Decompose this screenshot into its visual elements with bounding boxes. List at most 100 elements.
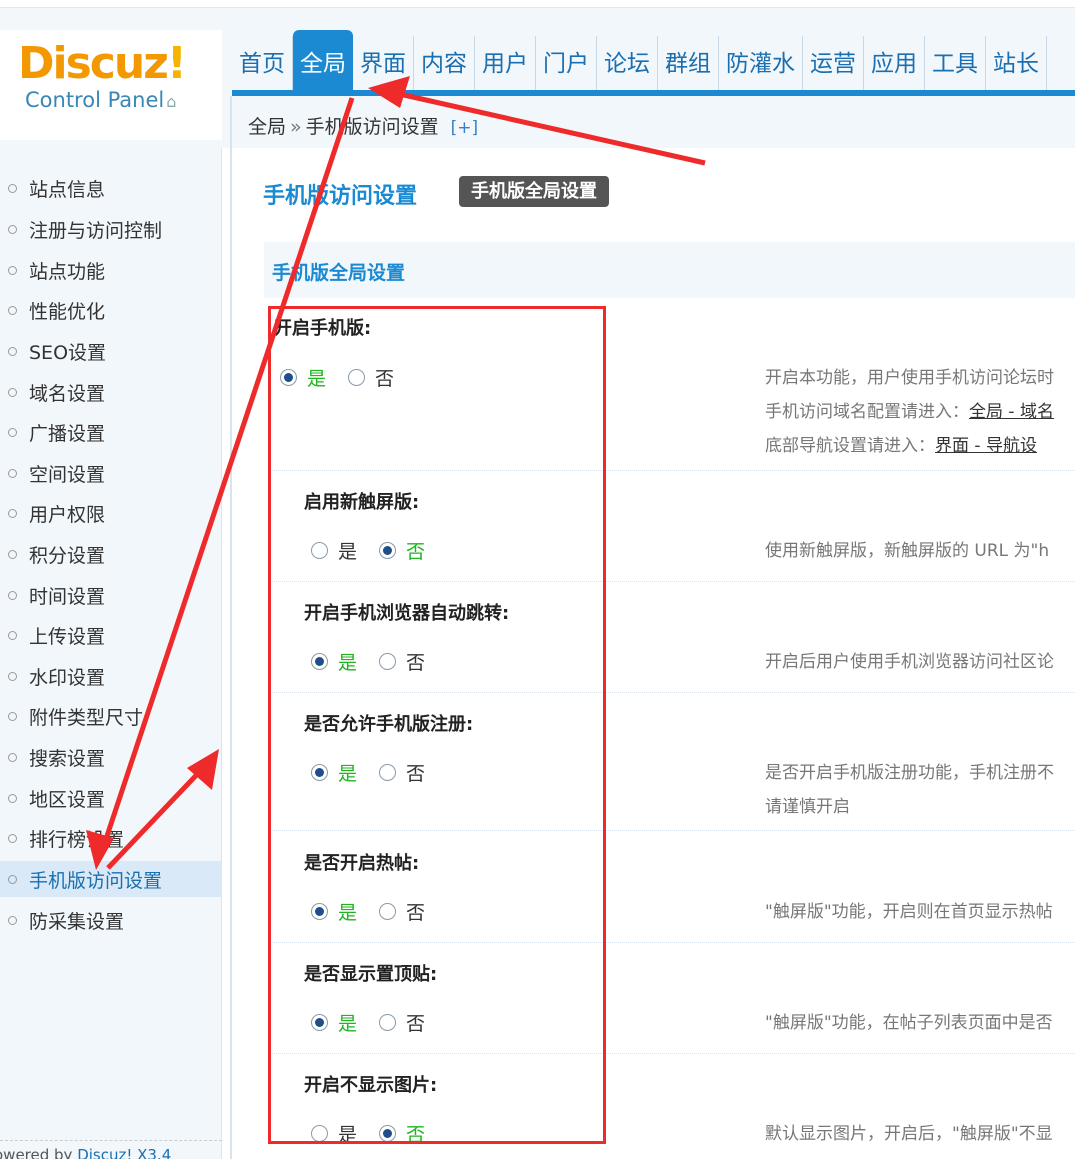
setting-description: 开启后用户使用手机浏览器访问社区论 (765, 645, 1075, 679)
sidebar-item-label: 空间设置 (29, 463, 106, 486)
setting-description: 开启本功能，用户使用手机访问论坛时 (765, 361, 1075, 395)
sidebar-item[interactable]: 附件类型尺寸 (0, 698, 222, 734)
logo[interactable]: Discuz! Control Panel ⌂ (0, 30, 222, 140)
bullet-icon (8, 549, 17, 559)
sidebar-item[interactable]: 手机版访问设置 (0, 861, 222, 897)
sidebar-item[interactable]: 时间设置 (0, 577, 222, 613)
sidebar-item-label: 附件类型尺寸 (29, 706, 144, 729)
sidebar-item-label: 时间设置 (29, 585, 106, 608)
add-shortcut-button[interactable]: [+] (451, 118, 479, 138)
nav-operations[interactable]: 运营 (803, 36, 864, 92)
sidebar-item[interactable]: 注册与访问控制 (0, 211, 222, 247)
setting-description-text: 使用新触屏版，新触屏版的 URL 为"h (765, 541, 1050, 561)
bullet-icon (8, 183, 17, 193)
setting-description: 是否开启手机版注册功能，手机注册不 (765, 756, 1075, 790)
nav-admin[interactable]: 站长 (986, 36, 1047, 92)
bullet-icon (8, 630, 17, 640)
sidebar-item[interactable]: 上传设置 (0, 617, 222, 653)
sidebar-item[interactable]: 性能优化 (0, 292, 222, 328)
nav-antispam[interactable]: 防灌水 (719, 36, 803, 92)
breadcrumb: 全局» 手机版访问设置 [+] (248, 112, 478, 139)
section-header: 手机版全局设置 (264, 242, 1075, 298)
sidebar-item-label: 搜索设置 (29, 747, 106, 770)
sidebar-item[interactable]: 广播设置 (0, 414, 222, 450)
sidebar-item[interactable]: 站点信息 (0, 170, 222, 206)
sidebar-item-label: 站点功能 (29, 260, 106, 283)
bullet-icon (8, 305, 17, 315)
nav-users[interactable]: 用户 (475, 36, 536, 92)
sidebar-divider (230, 96, 232, 1159)
sidebar-item[interactable]: 防采集设置 (0, 902, 222, 938)
setting-description-text: 是否开启手机版注册功能，手机注册不 (765, 763, 1054, 783)
setting-description: 手机访问域名配置请进入：全局 - 域名 (765, 395, 1075, 429)
nav-content[interactable]: 内容 (414, 36, 475, 92)
setting-description-text: "触屏版"功能，开启则在首页显示热帖 (765, 902, 1053, 922)
sidebar-item-label: 手机版访问设置 (29, 869, 163, 892)
header-topline (0, 0, 1075, 8)
sidebar-item[interactable]: 地区设置 (0, 780, 222, 816)
annotation-highlight-box (268, 306, 606, 1144)
tab-mobile-global-settings[interactable]: 手机版全局设置 (459, 176, 609, 207)
breadcrumb-root[interactable]: 全局 (248, 116, 286, 138)
breadcrumb-current: 手机版访问设置 (305, 116, 439, 138)
bullet-icon (8, 468, 17, 478)
sidebar-item-label: 性能优化 (29, 300, 106, 323)
bullet-icon (8, 224, 17, 234)
setting-description: 请谨慎开启 (765, 790, 1075, 824)
sidebar-item-label: 注册与访问控制 (29, 219, 163, 242)
nav-underline (232, 90, 1075, 96)
bullet-icon (8, 590, 17, 600)
bullet-icon (8, 711, 17, 721)
sidebar-item-label: 广播设置 (29, 422, 106, 445)
bullet-icon (8, 387, 17, 397)
sidebar-item[interactable]: 排行榜设置 (0, 820, 222, 856)
nav-interface[interactable]: 界面 (353, 36, 414, 92)
sidebar-item-label: 用户权限 (29, 503, 106, 526)
breadcrumb-separator: » (290, 116, 302, 138)
bullet-icon (8, 915, 17, 925)
bullet-icon (8, 265, 17, 275)
sidebar-item[interactable]: 域名设置 (0, 374, 222, 410)
sidebar-footer-divider (0, 1140, 222, 1141)
sidebar-item-label: 防采集设置 (29, 910, 125, 933)
bullet-icon (8, 508, 17, 518)
setting-description: 使用新触屏版，新触屏版的 URL 为"h (765, 534, 1075, 568)
sidebar-item[interactable]: 积分设置 (0, 536, 222, 572)
sidebar-item[interactable]: 搜索设置 (0, 739, 222, 775)
setting-description: "触屏版"功能，在帖子列表页面中是否 (765, 1006, 1075, 1040)
setting-description-link[interactable]: 界面 - 导航设 (935, 436, 1037, 456)
setting-description: "触屏版"功能，开启则在首页显示热帖 (765, 895, 1075, 929)
sidebar-item-label: SEO设置 (29, 341, 107, 364)
nav-global[interactable]: 全局 (293, 30, 353, 92)
sidebar-item[interactable]: 站点功能 (0, 252, 222, 288)
setting-description-text: 开启后用户使用手机浏览器访问社区论 (765, 652, 1054, 672)
nav-forum[interactable]: 论坛 (597, 36, 658, 92)
nav-groups[interactable]: 群组 (658, 36, 719, 92)
nav-tools[interactable]: 工具 (925, 36, 986, 92)
logo-wordmark: Discuz! (18, 38, 187, 89)
nav-home[interactable]: 首页 (232, 36, 293, 92)
sidebar-item[interactable]: SEO设置 (0, 333, 222, 369)
bullet-icon (8, 346, 17, 356)
setting-description: 底部导航设置请进入：界面 - 导航设 (765, 429, 1075, 463)
bullet-icon (8, 793, 17, 803)
discuz-link[interactable]: Discuz! X3.4 (77, 1146, 171, 1159)
setting-description-text: 底部导航设置请进入： (765, 436, 935, 456)
header: Discuz! Control Panel ⌂ 首页 全局 界面 内容 用户 门户… (0, 0, 1075, 148)
nav-portal[interactable]: 门户 (536, 36, 597, 92)
setting-description-text: 请谨慎开启 (765, 797, 850, 817)
bullet-icon (8, 671, 17, 681)
sidebar-item-label: 排行榜设置 (29, 828, 125, 851)
sidebar-item[interactable]: 用户权限 (0, 495, 222, 531)
page-title: 手机版访问设置 (263, 184, 418, 209)
setting-description: 默认显示图片，开启后，"触屏版"不显 (765, 1117, 1075, 1151)
nav-apps[interactable]: 应用 (864, 36, 925, 92)
sidebar-item[interactable]: 水印设置 (0, 658, 222, 694)
sidebar-item-label: 积分设置 (29, 544, 106, 567)
bullet-icon (8, 752, 17, 762)
bullet-icon (8, 833, 17, 843)
bullet-icon (8, 427, 17, 437)
sidebar-item[interactable]: 空间设置 (0, 455, 222, 491)
bullet-icon (8, 874, 17, 884)
setting-description-link[interactable]: 全局 - 域名 (969, 402, 1054, 422)
